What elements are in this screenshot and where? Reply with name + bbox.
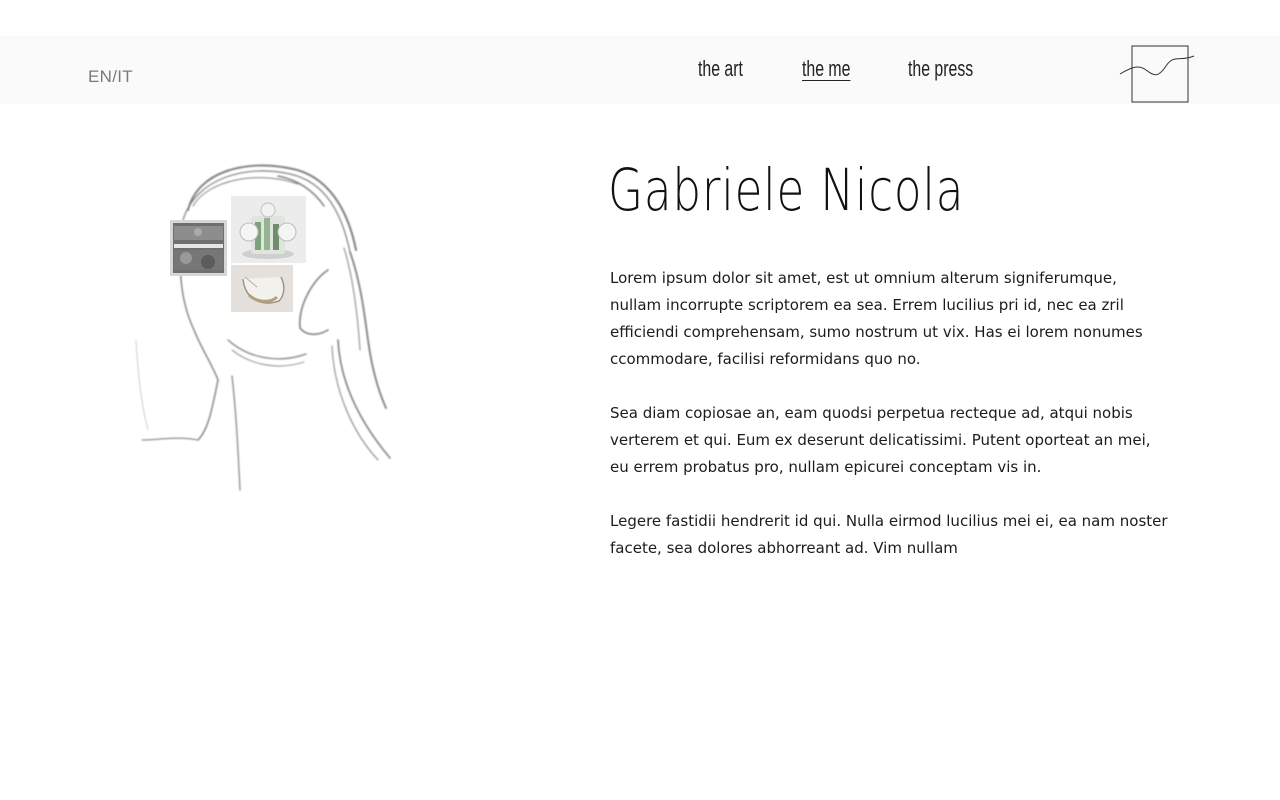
nav-the-art[interactable]: the art — [698, 56, 743, 82]
artwork-thumbnail-2-icon — [231, 196, 306, 263]
portrait-sketch — [128, 140, 408, 500]
artwork-thumbnail-1-icon — [170, 220, 227, 276]
bio-paragraph-2: Sea diam copiosae an, eam quodsi perpetu… — [610, 404, 1151, 476]
language-toggle[interactable]: EN/IT — [88, 67, 133, 87]
artist-bio: Lorem ipsum dolor sit amet, est ut omniu… — [610, 265, 1170, 589]
nav-the-me[interactable]: the me — [802, 56, 850, 82]
bio-paragraph-3: Legere fastidii hendrerit id qui. Nulla … — [610, 512, 1168, 557]
nav-the-press[interactable]: the press — [908, 56, 973, 82]
artwork-thumbnail-2[interactable] — [231, 196, 306, 263]
artwork-thumbnail-3[interactable] — [231, 265, 293, 312]
sketched-head-drawing-icon — [135, 164, 391, 491]
artwork-thumbnail-1[interactable] — [170, 220, 227, 276]
framed-wave-logo-icon[interactable] — [1118, 44, 1196, 106]
artist-name: Gabriele Nicola — [608, 156, 965, 224]
site-header: EN/IT the art the me the press — [0, 36, 1280, 104]
artwork-thumbnail-3-icon — [231, 265, 293, 312]
bio-paragraph-1: Lorem ipsum dolor sit amet, est ut omniu… — [610, 269, 1143, 368]
